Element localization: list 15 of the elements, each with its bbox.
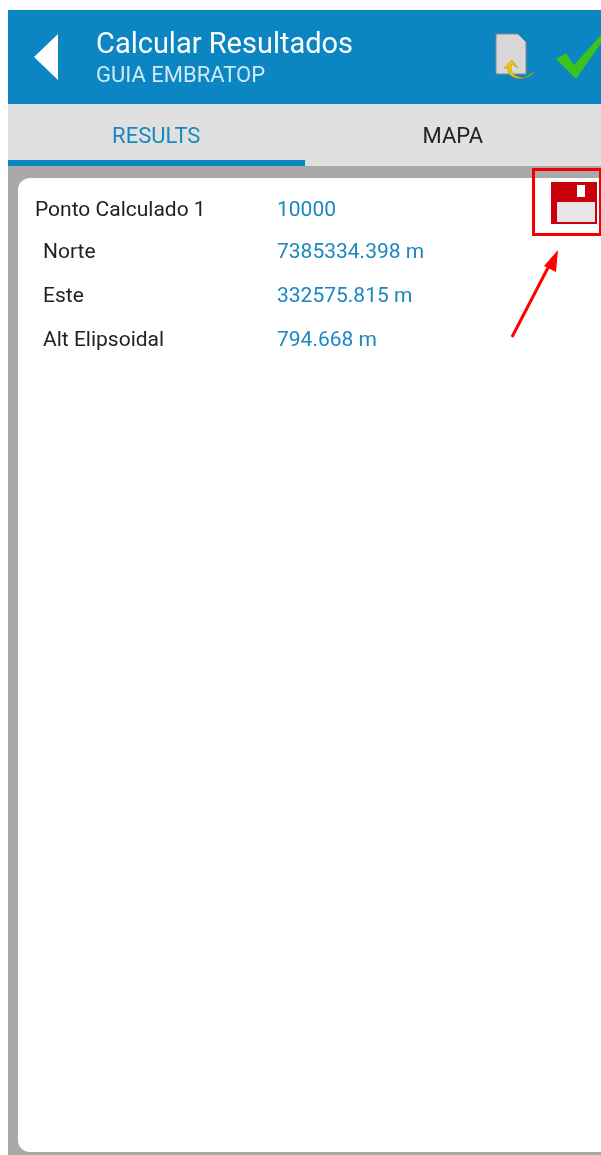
field-label: Este: [43, 282, 85, 310]
tab[interactable]: MAPA: [304, 104, 601, 166]
screen-title: Calcular Resultados: [96, 25, 355, 61]
field-value: 794.668 m: [277, 326, 377, 354]
save-icon[interactable]: [551, 182, 597, 224]
field-label: Alt Elipsoidal: [43, 326, 166, 354]
point-value: 10000: [277, 196, 336, 224]
checkmark-icon[interactable]: [556, 35, 601, 79]
point-label: Ponto Calculado 1: [35, 196, 207, 224]
back-icon[interactable]: [34, 34, 60, 80]
field-value: 332575.815 m: [277, 282, 413, 310]
screen-subtitle: GUIA EMBRATOP: [96, 61, 267, 89]
file-import-icon[interactable]: [494, 32, 536, 82]
field-label: Norte: [43, 238, 97, 266]
field-value: 7385334.398 m: [277, 238, 425, 266]
